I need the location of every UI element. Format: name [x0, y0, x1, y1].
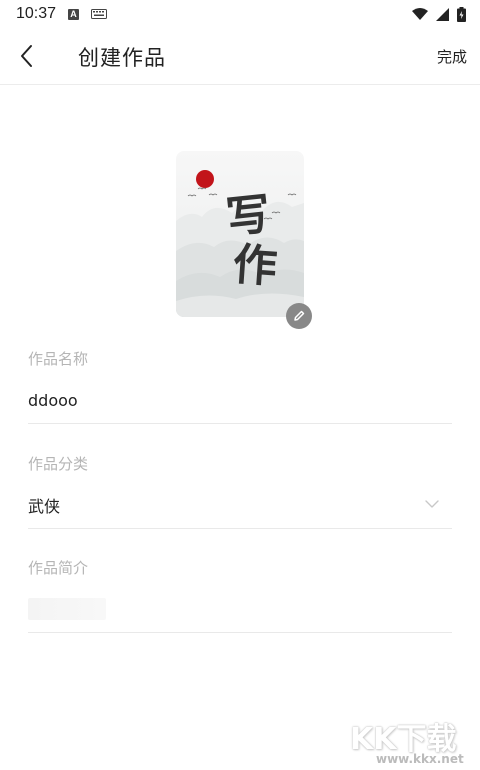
page-title: 创建作品: [78, 46, 166, 70]
status-time: 10:37: [16, 5, 57, 22]
chevron-left-icon: [21, 45, 32, 67]
intro-divider: [28, 632, 452, 633]
chevron-down-icon: [425, 500, 439, 508]
watermark: KK下载 www.kkx.net: [350, 714, 468, 768]
category-divider: [28, 528, 452, 529]
cover-artwork: 写 作: [176, 170, 304, 317]
watermark-url: www.kkx.net: [376, 752, 464, 766]
name-input[interactable]: [22, 382, 452, 418]
name-label: 作品名称: [28, 350, 89, 368]
category-select[interactable]: 武侠: [22, 486, 452, 522]
cover-image[interactable]: 写 作: [176, 151, 304, 317]
app-bar: 创建作品 完成: [0, 28, 480, 85]
cover-container: 写 作: [176, 151, 304, 317]
red-sun: [196, 170, 214, 188]
name-divider: [28, 423, 452, 424]
back-button[interactable]: [12, 40, 44, 72]
status-right: [412, 6, 466, 22]
signal-icon: [436, 7, 449, 21]
intro-label: 作品简介: [28, 559, 89, 577]
pencil-icon: [294, 310, 305, 321]
intro-placeholder: [28, 598, 106, 620]
category-value: 武侠: [28, 497, 61, 516]
cover-calligraphy: 写: [224, 189, 273, 244]
done-button[interactable]: 完成: [437, 46, 467, 67]
wifi-icon: [412, 7, 428, 20]
status-left: 10:37 A: [16, 5, 108, 23]
battery-icon: [457, 6, 466, 22]
status-bar: 10:37 A: [0, 0, 480, 28]
category-label: 作品分类: [28, 455, 89, 473]
keyboard-icon: [91, 9, 108, 19]
a-icon: A: [68, 8, 80, 20]
svg-text:作: 作: [231, 239, 278, 293]
edit-cover-button[interactable]: [286, 303, 312, 329]
